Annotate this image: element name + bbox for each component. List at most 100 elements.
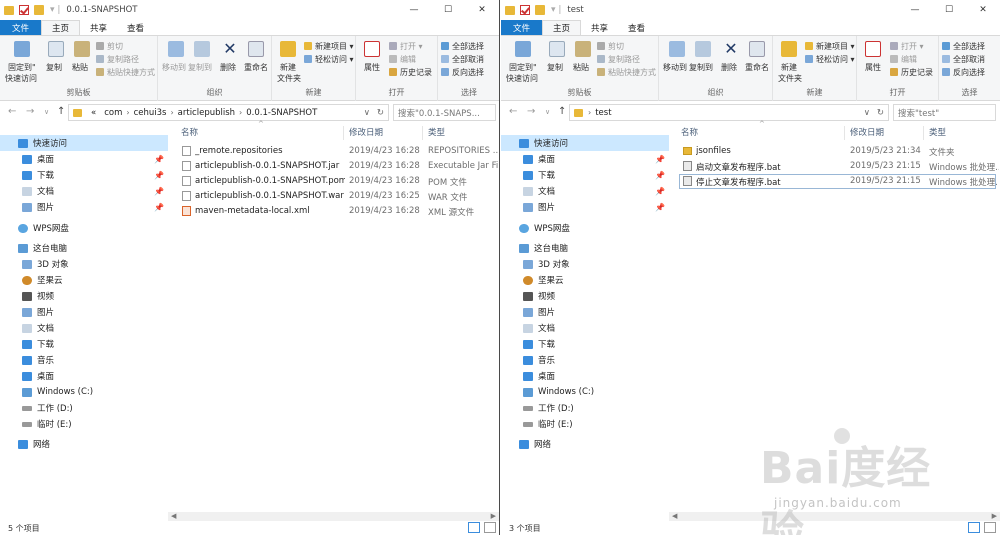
quick-access-dropdown-icon[interactable]: ▾ | [551,5,561,15]
refresh-icon[interactable]: ↻ [377,108,384,118]
scroll-left-icon[interactable]: ◀ [672,512,677,520]
new-folder-quick-icon[interactable] [535,5,545,15]
nav-pictures[interactable]: 图片 📌 [501,199,669,215]
properties-button[interactable]: 属性 [364,62,380,73]
details-view-icon[interactable] [968,522,980,533]
nav-desktop[interactable]: 桌面 📌 [0,151,168,167]
column-name[interactable]: 名称 [181,126,198,140]
nav-network[interactable]: 网络 [501,436,669,452]
nav-drive-c[interactable]: Windows (C:) [501,384,669,400]
tab-view[interactable]: 查看 [117,20,154,35]
paste-shortcut-button[interactable]: 粘贴快捷方式 [96,67,155,78]
new-folder-button[interactable]: 新建 [781,62,797,73]
select-none-button[interactable]: 全部取消 [441,54,484,65]
easy-access-button[interactable]: 轻松访问 ▾ [805,54,855,65]
nav-documents[interactable]: 文档 📌 [501,183,669,199]
nav-music[interactable]: 音乐 [0,352,168,368]
minimize-button[interactable]: — [898,0,932,20]
column-divider[interactable] [844,126,845,140]
nav-drive-d[interactable]: 工作 (D:) [501,400,669,416]
column-date[interactable]: 修改日期 [349,126,383,140]
nav-desktop-pc[interactable]: 桌面 [501,368,669,384]
up-button[interactable]: ↑ [558,106,566,117]
file-row[interactable]: jsonfiles 2019/5/23 21:34 文件夹 [679,144,996,159]
back-button[interactable]: ← [8,106,16,117]
nav-wps[interactable]: WPS网盘 [0,220,168,236]
file-row[interactable]: articlepublish-0.0.1-SNAPSHOT.war 2019/4… [178,189,495,204]
nav-drive-e[interactable]: 临时 (E:) [501,416,669,432]
nav-drive-e[interactable]: 临时 (E:) [0,416,168,432]
easy-access-button[interactable]: 轻松访问 ▾ [304,54,354,65]
nav-documents-pc[interactable]: 文档 [501,320,669,336]
column-divider[interactable] [422,126,423,140]
nav-jianguoyun[interactable]: 坚果云 [0,272,168,288]
properties-quick-icon[interactable] [19,5,29,15]
forward-button[interactable]: → [26,106,34,117]
pin-icon[interactable]: 📌 [154,203,164,212]
nav-music[interactable]: 音乐 [501,352,669,368]
select-all-button[interactable]: 全部选择 [441,41,484,52]
pin-icon[interactable]: 📌 [655,171,665,180]
breadcrumb-current[interactable]: 0.0.1-SNAPSHOT [246,108,317,118]
open-button[interactable]: 打开 ▾ [890,41,924,52]
nav-3d-objects[interactable]: 3D 对象 [0,256,168,272]
back-button[interactable]: ← [509,106,517,117]
forward-button[interactable]: → [527,106,535,117]
move-to-button[interactable]: 移动到 [162,62,186,73]
delete-button[interactable]: 删除 [721,62,737,73]
file-row[interactable]: articlepublish-0.0.1-SNAPSHOT.pom 2019/4… [178,174,495,189]
history-button[interactable]: 历史记录 [389,67,432,78]
nav-downloads[interactable]: 下载 📌 [0,167,168,183]
recent-dropdown-icon[interactable]: ∨ [545,108,550,116]
nav-this-pc[interactable]: 这台电脑 [0,240,168,256]
tab-home[interactable]: 主页 [542,20,582,35]
nav-quick-access[interactable]: 快速访问 [501,135,669,151]
quick-access-dropdown-icon[interactable]: ▾ | [50,5,60,15]
nav-pictures-pc[interactable]: 图片 [501,304,669,320]
pin-icon[interactable]: 📌 [655,203,665,212]
nav-documents-pc[interactable]: 文档 [0,320,168,336]
chevron-down-icon[interactable]: ∨ [864,108,870,118]
maximize-button[interactable]: ☐ [431,0,465,20]
breadcrumb-current[interactable]: test [595,108,611,118]
address-bar[interactable]: « com › cehui3s › articlepublish › 0.0.1… [68,104,389,121]
chevron-right-icon[interactable]: › [126,108,129,117]
breadcrumb-overflow[interactable]: « [91,108,96,118]
pin-icon[interactable]: 📌 [655,187,665,196]
details-view-icon[interactable] [468,522,480,533]
new-folder-button[interactable]: 新建 [280,62,296,73]
pin-icon[interactable]: 📌 [154,155,164,164]
rename-button[interactable]: 重命名 [745,62,769,73]
copy-path-button[interactable]: 复制路径 [597,54,640,65]
column-type[interactable]: 类型 [929,126,946,140]
address-bar[interactable]: › test ∨ ↻ [569,104,889,121]
tab-home[interactable]: 主页 [41,20,81,35]
nav-3d-objects[interactable]: 3D 对象 [501,256,669,272]
move-to-button[interactable]: 移动到 [663,62,687,73]
edit-button[interactable]: 编辑 [890,54,917,65]
new-item-button[interactable]: 新建项目 ▾ [805,41,855,52]
properties-button[interactable]: 属性 [865,62,881,73]
nav-documents[interactable]: 文档 📌 [0,183,168,199]
edit-button[interactable]: 编辑 [389,54,416,65]
close-button[interactable]: ✕ [465,0,499,20]
search-input[interactable]: 搜索"test" [893,104,996,121]
pin-quick-access-button[interactable]: 固定到" [8,62,36,73]
breadcrumb-articlepublish[interactable]: articlepublish [178,108,235,118]
column-divider[interactable] [923,126,924,140]
chevron-down-icon[interactable]: ∨ [364,108,370,118]
open-button[interactable]: 打开 ▾ [389,41,423,52]
nav-quick-access[interactable]: 快速访问 [0,135,168,151]
search-input[interactable]: 搜索"0.0.1-SNAPS... [393,104,496,121]
pin-icon[interactable]: 📌 [154,171,164,180]
copy-button[interactable]: 复制 [46,62,62,73]
horizontal-scrollbar[interactable]: ◀ ▶ [168,512,499,521]
scroll-right-icon[interactable]: ▶ [491,512,496,520]
refresh-icon[interactable]: ↻ [877,108,884,118]
paste-button[interactable]: 粘贴 [72,62,88,73]
pin-icon[interactable]: 📌 [154,187,164,196]
large-icons-view-icon[interactable] [484,522,496,533]
cut-button[interactable]: 剪切 [96,41,123,52]
chevron-right-icon[interactable]: › [588,108,591,117]
tab-file[interactable]: 文件 [0,20,42,35]
